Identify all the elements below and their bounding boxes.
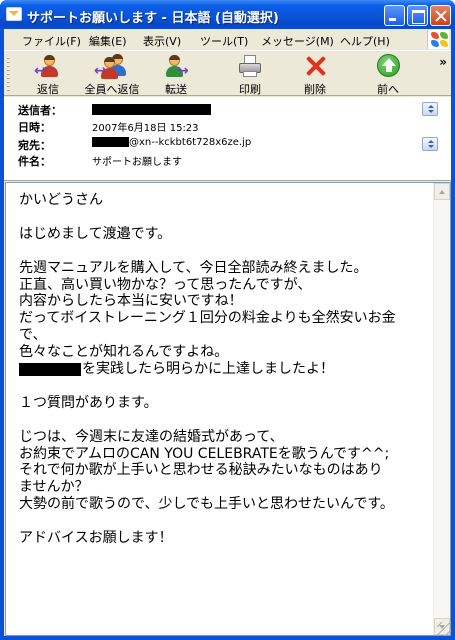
minimize-button[interactable] [384,5,405,26]
body-line: 内容からしたら本当に安いですね！ [19,293,243,310]
previous-label: 前へ [377,83,399,96]
reply-all-button[interactable]: ↩ 全員へ返信 [80,54,144,96]
forward-label: 転送 [165,83,187,96]
red-x-icon [302,54,328,78]
body-line: ませんか？ [19,479,89,496]
resize-grip[interactable] [437,622,451,636]
reply-label: 返信 [37,83,59,96]
toolbar-grip[interactable] [7,57,10,91]
maximize-button[interactable] [407,5,428,26]
person-reply-icon: ↩ [34,54,61,78]
scroll-up-button[interactable] [434,183,450,200]
to-value: @xn--kckbt6t728x6ze.jp [92,137,251,148]
body-line: お約束でアムロのCAN YOU CELEBRATEを歌うんです^^; [19,445,390,462]
window-client-area: ファイル(F) 編集(E) 表示(V) ツール(T) メッセージ(M) ヘルプ(… [4,29,451,636]
reply-button[interactable]: ↩ 返信 [28,54,68,96]
body-line [19,513,419,530]
body-line: だってボイストレーニング１回分の料金よりも全然安いお金 [19,310,396,327]
from-scroll-spinner[interactable] [422,102,438,116]
envelope-icon [6,7,22,21]
people-reply-all-icon: ↩ [94,54,128,79]
previous-button[interactable]: 前へ [368,54,408,96]
body-line: 大勢の前で歌うので、少しでも上手いと思わせたいんです。 [19,496,394,513]
from-label: 送信者： [18,104,62,117]
body-line: 正直、高い買い物かな？って思ったんですが、 [19,276,312,293]
windows-logo-icon [427,30,449,49]
message-body-text: かいどうさん はじめまして渡邉です。 先週マニュアルを購入して、今日全部読み終え… [19,192,419,547]
window-title: サポートお願いします - 日本語 (自動選択) [27,11,279,26]
to-redaction [92,137,129,147]
body-line: １つ質問があります。 [19,394,158,411]
menu-view[interactable]: 表示(V) [143,33,181,49]
menu-tools[interactable]: ツール(T) [200,33,248,49]
menu-bar: ファイル(F) 編集(E) 表示(V) ツール(T) メッセージ(M) ヘルプ(… [4,29,451,51]
delete-label: 削除 [304,83,326,96]
menu-help[interactable]: ヘルプ(H) [340,33,390,49]
close-button[interactable] [430,5,451,26]
message-header: 送信者： 日時： 2007年6月18日 15:23 宛先： @xn--kckbt… [4,97,451,181]
body-line [19,243,419,260]
subject-label: 件名： [18,155,51,168]
title-bar[interactable]: サポートお願いします - 日本語 (自動選択) [0,0,455,29]
body-redaction [19,362,81,376]
menu-message[interactable]: メッセージ(M) [261,33,334,49]
subject-value: サポートお願します [92,157,182,168]
body-line [19,412,419,429]
body-line [19,209,419,226]
to-address: @xn--kckbt6t728x6ze.jp [129,137,252,148]
body-line: を実践したら明らかに上達しましたよ！ [82,361,334,378]
body-line: じつは、今週末に友達の結婚式があって、 [19,428,284,445]
toolbar-overflow-chevron[interactable]: » [439,55,447,69]
green-up-arrow-icon [375,54,401,78]
to-label: 宛先： [18,139,51,152]
body-line: はじめまして渡邉です。 [19,225,172,242]
reply-all-label: 全員へ返信 [84,83,140,96]
menu-file[interactable]: ファイル(F) [22,33,81,49]
menu-edit[interactable]: 編集(E) [89,33,127,49]
date-value: 2007年6月18日 15:23 [92,123,199,134]
message-body[interactable]: かいどうさん はじめまして渡邉です。 先週マニュアルを購入して、今日全部読み終え… [5,182,451,636]
body-line: アドバイスお願します！ [19,530,173,547]
to-scroll-spinner[interactable] [422,137,438,151]
forward-button[interactable]: ↪ 転送 [156,54,196,96]
body-line: 色々なことが知れるんですよね。 [19,344,229,361]
print-button[interactable]: 印刷 [230,54,270,96]
vertical-scrollbar[interactable] [433,183,450,635]
body-line: 先週マニュアルを購入して、今日全部読み終えました。 [19,259,368,276]
delete-button[interactable]: 削除 [295,54,335,96]
person-forward-icon: ↪ [163,54,189,78]
body-line: それで何か歌が上手いと思わせる秘訣みたいなものはあり [19,462,383,479]
from-value-redacted [92,104,211,116]
body-line [19,378,419,395]
outlook-express-window: サポートお願いします - 日本語 (自動選択) ファイル(F) 編集(E) 表示… [0,0,455,640]
printer-icon [237,54,263,78]
body-line-with-redaction: を実践したら明らかに上達しましたよ！ [19,361,419,378]
body-line: で、 [19,327,47,344]
body-line: かいどうさん [19,192,103,208]
print-label: 印刷 [239,83,261,96]
toolbar: ↩ 返信 ↩ 全員へ返信 ↪ 転送 印刷 削除 前へ » [4,52,451,96]
date-label: 日時： [18,121,51,134]
